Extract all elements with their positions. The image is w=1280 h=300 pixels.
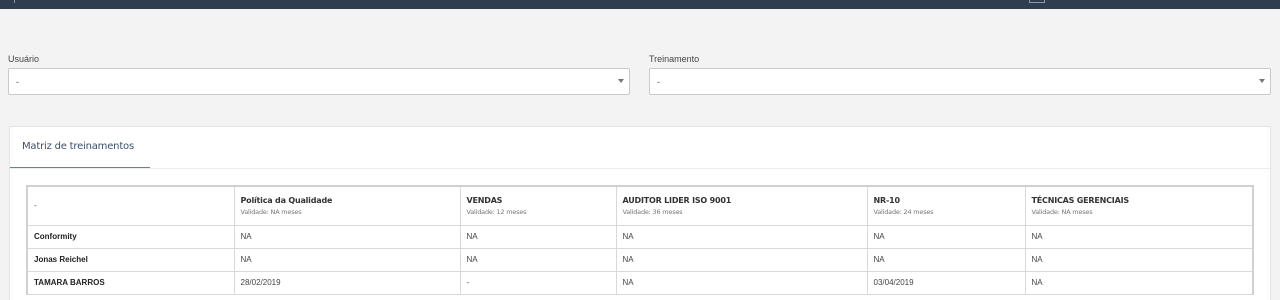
panel-title: Matriz de treinamentos [22, 141, 134, 152]
chevron-down-icon [1259, 79, 1265, 83]
user-name-cell: TAMARA BARROS [28, 271, 235, 295]
table-header-row: - Política da Qualidade Validade: NA mes… [28, 187, 1252, 226]
training-matrix-table: - Política da Qualidade Validade: NA mes… [28, 187, 1252, 295]
status-cell: 03/04/2019 [867, 271, 1026, 295]
column-name: TÉCNICAS GERENCIAIS [1031, 195, 1130, 205]
training-matrix-panel: Matriz de treinamentos - Política da Qua… [9, 126, 1271, 300]
table-row: Jonas Reichel NA NA NA NA NA [28, 248, 1252, 272]
column-header: NR-10 Validade: 24 meses [867, 187, 1026, 226]
status-cell: NA [867, 248, 1026, 272]
status-cell: - [460, 271, 617, 295]
column-header: VENDAS Validade: 12 meses [460, 187, 617, 226]
training-select[interactable]: - [649, 68, 1271, 95]
status-cell: NA [460, 225, 617, 249]
column-name: AUDITOR LIDER ISO 9001 [622, 195, 732, 205]
matrix-table-container: - Política da Qualidade Validade: NA mes… [26, 185, 1254, 295]
column-validity: Validade: NA meses [1031, 207, 1093, 216]
back-icon[interactable] [14, 0, 18, 3]
status-cell: NA [234, 248, 461, 272]
column-validity: Validade: 36 meses [622, 207, 683, 216]
user-menu-icon[interactable] [1029, 0, 1045, 3]
panel-divider [10, 168, 1270, 169]
status-cell: NA [460, 248, 617, 272]
training-filter-label: Treinamento [649, 54, 700, 64]
column-name: Política da Qualidade [240, 195, 333, 205]
column-header: Política da Qualidade Validade: NA meses [234, 187, 461, 226]
status-cell: NA [616, 225, 868, 249]
header-corner-cell: - [28, 187, 235, 226]
user-select[interactable]: - [8, 68, 630, 95]
column-validity: Validade: 24 meses [873, 207, 934, 216]
table-row: Conformity NA NA NA NA NA [28, 225, 1252, 249]
status-cell: NA [867, 225, 1026, 249]
user-name-cell: Jonas Reichel [28, 248, 235, 272]
column-validity: Validade: 12 meses [466, 207, 527, 216]
user-name-cell: Conformity [28, 225, 235, 249]
training-select-value: - [657, 77, 660, 87]
status-cell: 28/02/2019 [234, 271, 461, 295]
status-cell: NA [616, 248, 868, 272]
column-header: AUDITOR LIDER ISO 9001 Validade: 36 mese… [616, 187, 868, 226]
user-select-value: - [16, 77, 19, 87]
user-filter-label: Usuário [8, 54, 40, 64]
top-navbar [0, 0, 1280, 9]
status-cell: NA [1025, 248, 1252, 272]
status-cell: NA [616, 271, 868, 295]
status-cell: NA [1025, 271, 1252, 295]
column-name: NR-10 [873, 195, 901, 205]
chevron-down-icon [618, 79, 624, 83]
column-name: VENDAS [466, 195, 503, 205]
column-header: TÉCNICAS GERENCIAIS Validade: NA meses [1025, 187, 1252, 226]
status-cell: NA [234, 225, 461, 249]
table-row: TAMARA BARROS 28/02/2019 - NA 03/04/2019… [28, 271, 1252, 295]
status-cell: NA [1025, 225, 1252, 249]
column-validity: Validade: NA meses [240, 207, 302, 216]
